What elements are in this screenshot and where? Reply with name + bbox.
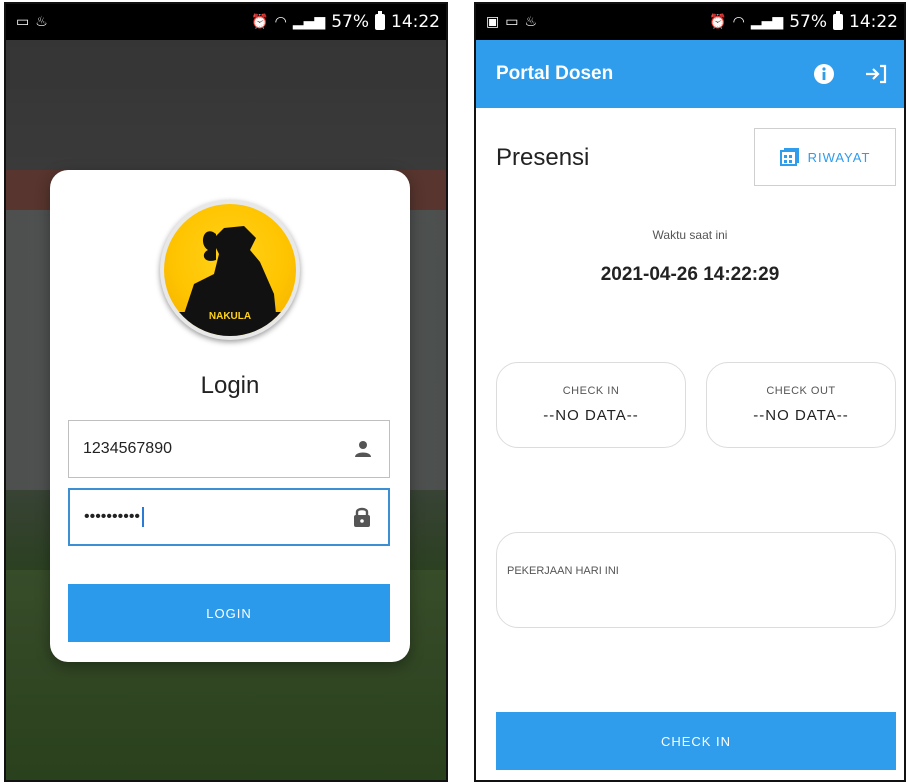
portal-screen: ▣ ▭ ♨ ⏰ ◠ ▂▄▆ 57% 14:22 Portal Dosen Pre… [474, 2, 906, 782]
calendar-icon [779, 146, 800, 169]
current-time-value: 2021-04-26 14:22:29 [600, 264, 780, 285]
battery-percent: 57% [789, 12, 827, 32]
notification-icon: ♨ [524, 14, 538, 30]
notification-icon: ♨ [35, 14, 48, 30]
status-bar: ▭ ♨ ⏰ ◠ ▂▄▆ 57% 14:22 [6, 4, 446, 40]
login-card: NAKULA Login 1234567890 •••••••••• LOGIN [50, 170, 410, 662]
password-field[interactable]: •••••••••• [68, 488, 390, 546]
image-icon: ▣ [486, 14, 500, 30]
username-value: 1234567890 [83, 440, 172, 457]
lock-icon [350, 505, 374, 529]
current-time-label: Waktu saat ini [652, 228, 728, 242]
nakula-logo: NAKULA [160, 200, 300, 340]
check-in-card: CHECK IN --NO DATA-- [496, 362, 686, 448]
history-label: RIWAYAT [807, 149, 871, 165]
clock: 14:22 [391, 12, 440, 32]
cast-icon: ▭ [16, 14, 30, 30]
check-in-label: CHECK IN [562, 385, 620, 397]
logo-text: NAKULA [208, 311, 252, 322]
page-title: Presensi [496, 144, 590, 171]
clock: 14:22 [849, 12, 898, 32]
check-out-label: CHECK OUT [766, 385, 836, 397]
app-bar: Portal Dosen [476, 40, 904, 108]
status-bar: ▣ ▭ ♨ ⏰ ◠ ▂▄▆ 57% 14:22 [476, 4, 904, 40]
battery-icon [375, 11, 385, 30]
alarm-icon: ⏰ [251, 14, 269, 30]
battery-percent: 57% [331, 12, 369, 32]
logout-icon[interactable] [864, 62, 888, 86]
cast-icon: ▭ [505, 14, 519, 30]
work-today-label: PEKERJAAN HARI INI [507, 565, 619, 577]
wifi-icon: ◠ [732, 14, 745, 30]
signal-icon: ▂▄▆ [292, 14, 326, 30]
wifi-icon: ◠ [274, 14, 287, 30]
text-cursor [142, 507, 145, 527]
check-out-value: --NO DATA-- [753, 407, 849, 424]
app-title: Portal Dosen [496, 63, 614, 84]
password-value: •••••••••• [84, 508, 141, 526]
login-button[interactable]: LOGIN [68, 584, 390, 642]
check-in-button[interactable]: CHECK IN [496, 712, 896, 770]
work-today-input[interactable]: PEKERJAAN HARI INI [496, 532, 896, 628]
check-in-value: --NO DATA-- [543, 407, 639, 424]
signal-icon: ▂▄▆ [750, 14, 784, 30]
user-icon [351, 437, 375, 461]
history-button[interactable]: RIWAYAT [754, 128, 896, 186]
login-screen: ▭ ♨ ⏰ ◠ ▂▄▆ 57% 14:22 NAKULA Login 12345… [4, 2, 448, 782]
login-title: Login [200, 372, 260, 399]
info-icon[interactable] [812, 62, 836, 86]
battery-icon [833, 11, 843, 30]
username-field[interactable]: 1234567890 [68, 420, 390, 478]
alarm-icon: ⏰ [709, 14, 727, 30]
check-out-card: CHECK OUT --NO DATA-- [706, 362, 896, 448]
